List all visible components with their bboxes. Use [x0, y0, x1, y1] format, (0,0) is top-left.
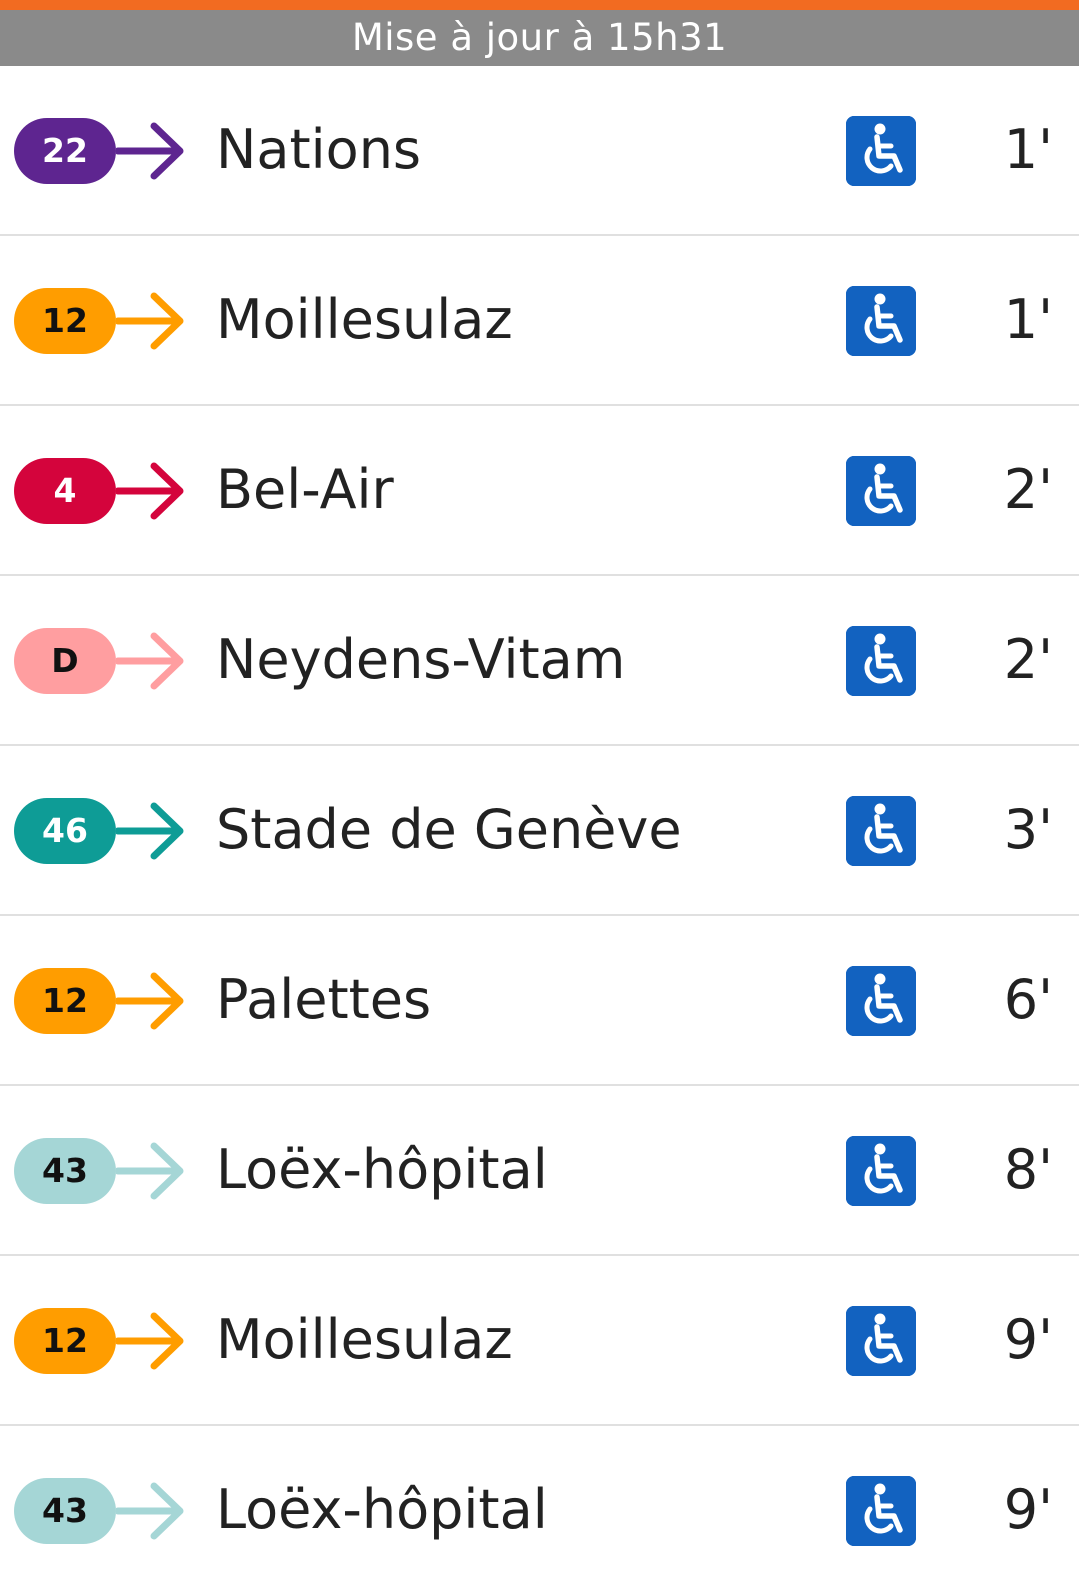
- direction-arrow-icon: [114, 458, 188, 524]
- direction-arrow-icon: [114, 288, 188, 354]
- destination-label: Palettes: [216, 968, 432, 1031]
- wait-time: 3': [1003, 798, 1053, 861]
- departure-row[interactable]: 22 Nations 1': [0, 66, 1079, 236]
- departure-row[interactable]: 12 Moillesulaz 9': [0, 1256, 1079, 1426]
- destination-label: Loëx-hôpital: [216, 1138, 548, 1201]
- departure-list: 22 Nations 1' 12 Moillesulaz 1' 4 Bel-Air …: [0, 66, 1079, 1571]
- wheelchair-icon: [846, 456, 916, 526]
- destination-label: Moillesulaz: [216, 288, 513, 351]
- wheelchair-icon: [846, 1476, 916, 1546]
- destination-label: Neydens-Vitam: [216, 628, 626, 691]
- wait-time: 1': [1003, 288, 1053, 351]
- destination-label: Stade de Genève: [216, 798, 682, 861]
- line-badge: 43: [14, 1138, 116, 1204]
- top-accent-bar: [0, 0, 1079, 10]
- update-time-label: Mise à jour à 15h31: [351, 16, 728, 59]
- wheelchair-icon: [846, 1136, 916, 1206]
- wait-time: 2': [1003, 458, 1053, 521]
- wait-time: 9': [1003, 1478, 1053, 1541]
- wait-time: 2': [1003, 628, 1053, 691]
- line-badge: 22: [14, 118, 116, 184]
- destination-label: Loëx-hôpital: [216, 1478, 548, 1541]
- direction-arrow-icon: [114, 1478, 188, 1544]
- wheelchair-icon: [846, 116, 916, 186]
- direction-arrow-icon: [114, 798, 188, 864]
- direction-arrow-icon: [114, 1308, 188, 1374]
- wait-time: 9': [1003, 1308, 1053, 1371]
- direction-arrow-icon: [114, 628, 188, 694]
- departure-row[interactable]: 43 Loëx-hôpital 8': [0, 1086, 1079, 1256]
- destination-label: Bel-Air: [216, 458, 394, 521]
- wait-time: 1': [1003, 118, 1053, 181]
- departure-row[interactable]: D Neydens-Vitam 2': [0, 576, 1079, 746]
- departure-row[interactable]: 12 Moillesulaz 1': [0, 236, 1079, 406]
- wheelchair-icon: [846, 626, 916, 696]
- departure-row[interactable]: 12 Palettes 6': [0, 916, 1079, 1086]
- wait-time: 6': [1003, 968, 1053, 1031]
- wheelchair-icon: [846, 1306, 916, 1376]
- direction-arrow-icon: [114, 968, 188, 1034]
- line-badge: 12: [14, 288, 116, 354]
- departure-row[interactable]: 43 Loëx-hôpital 9': [0, 1426, 1079, 1571]
- wheelchair-icon: [846, 966, 916, 1036]
- wheelchair-icon: [846, 796, 916, 866]
- destination-label: Nations: [216, 118, 422, 181]
- departure-row[interactable]: 46 Stade de Genève 3': [0, 746, 1079, 916]
- update-status-bar: Mise à jour à 15h31: [0, 10, 1079, 66]
- departure-row[interactable]: 4 Bel-Air 2': [0, 406, 1079, 576]
- line-badge: D: [14, 628, 116, 694]
- line-badge: 4: [14, 458, 116, 524]
- line-badge: 43: [14, 1478, 116, 1544]
- destination-label: Moillesulaz: [216, 1308, 513, 1371]
- wait-time: 8': [1003, 1138, 1053, 1201]
- line-badge: 12: [14, 968, 116, 1034]
- direction-arrow-icon: [114, 1138, 188, 1204]
- direction-arrow-icon: [114, 118, 188, 184]
- wheelchair-icon: [846, 286, 916, 356]
- line-badge: 12: [14, 1308, 116, 1374]
- line-badge: 46: [14, 798, 116, 864]
